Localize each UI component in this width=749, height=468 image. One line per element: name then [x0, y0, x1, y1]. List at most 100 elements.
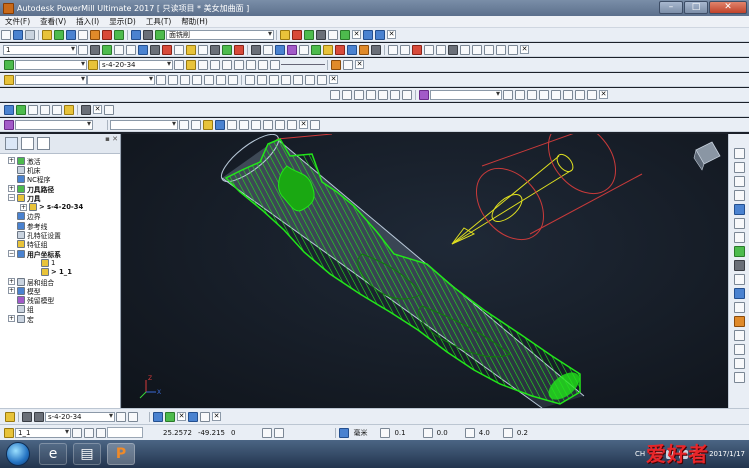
- view-toolbar-close-button[interactable]: ✕: [520, 45, 529, 54]
- view-list-icon[interactable]: [424, 44, 434, 55]
- tool-mode-icon[interactable]: [5, 411, 15, 422]
- start-button[interactable]: [6, 442, 30, 466]
- edit-limit-icon[interactable]: [503, 89, 513, 100]
- tree-node[interactable]: 边界: [0, 212, 120, 221]
- stop-icon[interactable]: [412, 44, 422, 55]
- view-fit-icon[interactable]: [733, 274, 745, 285]
- tab-explorer[interactable]: [5, 137, 18, 150]
- pin-icon[interactable]: ▪ ✕: [105, 135, 118, 143]
- edit-toolbar-close-button[interactable]: ✕: [599, 90, 608, 99]
- leads-icon[interactable]: [90, 29, 100, 40]
- tool-select-icon[interactable]: [88, 59, 98, 70]
- layer-select[interactable]: 1: [3, 44, 77, 55]
- simulate-icon[interactable]: [328, 29, 338, 40]
- side-view-icon[interactable]: [150, 44, 160, 55]
- tree-node[interactable]: + 刀具路径: [0, 184, 120, 194]
- tool-grid-icon[interactable]: [22, 411, 32, 422]
- view-shade-icon[interactable]: [733, 288, 745, 299]
- view-layout-icon[interactable]: [460, 44, 470, 55]
- menu-help[interactable]: 帮助(H): [176, 16, 213, 27]
- stock-icon-8[interactable]: [263, 119, 273, 130]
- pause-icon[interactable]: [258, 59, 268, 70]
- view-grid-icon[interactable]: [448, 44, 458, 55]
- stock-icon[interactable]: [162, 44, 172, 55]
- sim-toolbar-close-button[interactable]: ✕: [355, 60, 364, 69]
- workplane-icon[interactable]: [4, 74, 14, 85]
- edit-move-icon[interactable]: [330, 89, 340, 100]
- expand-toggle-icon[interactable]: +: [8, 315, 15, 323]
- tool-pencil-icon[interactable]: [188, 411, 198, 422]
- tree-node[interactable]: 参考线: [0, 221, 120, 231]
- end-point-icon[interactable]: [114, 29, 124, 40]
- edit-link-icon[interactable]: [587, 89, 597, 100]
- edit-merge-icon[interactable]: [539, 89, 549, 100]
- snap-2-icon[interactable]: [274, 427, 285, 438]
- toolpath-filter-select[interactable]: [15, 59, 87, 70]
- tool-holder-icon[interactable]: [304, 29, 314, 40]
- expand-toggle-icon[interactable]: +: [8, 157, 15, 165]
- view-sync-icon[interactable]: [496, 44, 506, 55]
- stock-calc-icon[interactable]: [191, 119, 201, 130]
- edit-trim-icon[interactable]: [515, 89, 525, 100]
- expand-toggle-icon[interactable]: +: [8, 185, 15, 193]
- wp-grid-icon[interactable]: [305, 74, 315, 85]
- front-view-icon[interactable]: [126, 44, 136, 55]
- wp-y-icon[interactable]: [192, 74, 202, 85]
- stock-icon-10[interactable]: [287, 119, 297, 130]
- model-extra-icon[interactable]: [104, 104, 114, 115]
- maximize-button[interactable]: □: [684, 1, 708, 14]
- zoom-box-icon[interactable]: [198, 44, 208, 55]
- new-icon[interactable]: [1, 29, 11, 40]
- select-all-icon[interactable]: [400, 44, 410, 55]
- link-icon[interactable]: [363, 29, 373, 40]
- cut-icon[interactable]: [359, 44, 369, 55]
- wp-snap-2-icon[interactable]: [281, 74, 291, 85]
- tool-toggle-icon[interactable]: [153, 411, 163, 422]
- model-add-icon[interactable]: [28, 104, 38, 115]
- tool-brush-icon[interactable]: [128, 411, 138, 422]
- view-detail-icon[interactable]: [436, 44, 446, 55]
- stock-model-select-2[interactable]: [110, 119, 178, 130]
- toolpath-strategy-icon[interactable]: [131, 29, 141, 40]
- view-extra-icon[interactable]: [508, 44, 518, 55]
- workplane-status-icon[interactable]: [4, 427, 14, 438]
- menu-insert[interactable]: 插入(I): [71, 16, 104, 27]
- refresh-icon[interactable]: [234, 44, 244, 55]
- toolpath-active-icon[interactable]: [4, 59, 14, 70]
- tab-viewmill[interactable]: [21, 137, 34, 150]
- view-front-icon[interactable]: [733, 162, 745, 173]
- units-icon[interactable]: [339, 427, 350, 438]
- options-icon[interactable]: [263, 44, 273, 55]
- zoom-icon[interactable]: [174, 44, 184, 55]
- block-icon[interactable]: [54, 29, 64, 40]
- view-back-icon[interactable]: [733, 176, 745, 187]
- model-import-icon[interactable]: [16, 104, 26, 115]
- wp-rotate-icon[interactable]: [228, 74, 238, 85]
- stock-model-select[interactable]: [15, 119, 93, 130]
- play-icon[interactable]: [234, 59, 244, 70]
- select-icon[interactable]: [388, 44, 398, 55]
- view-extra-2-icon[interactable]: [733, 372, 745, 383]
- tool-select[interactable]: s-4-20-34: [99, 59, 173, 70]
- clock[interactable]: 2017/1/17: [709, 450, 745, 459]
- stock-icon-6[interactable]: [239, 119, 249, 130]
- zoom-fit-icon[interactable]: [210, 44, 220, 55]
- play-back-icon[interactable]: [198, 59, 208, 70]
- shade-icon[interactable]: [78, 44, 88, 55]
- open-icon[interactable]: [13, 29, 23, 40]
- close-button[interactable]: ✕: [709, 1, 747, 14]
- tool-edit-icon[interactable]: [174, 59, 184, 70]
- toolpath-icon[interactable]: [155, 29, 165, 40]
- expand-toggle-icon[interactable]: +: [8, 278, 15, 285]
- machine-icon[interactable]: [331, 59, 341, 70]
- link-2-icon[interactable]: [375, 29, 385, 40]
- view-machine-icon[interactable]: [343, 59, 353, 70]
- tool-toggle-2-icon[interactable]: [165, 411, 175, 422]
- edit-copy-icon[interactable]: [342, 89, 352, 100]
- edit-mirror-icon[interactable]: [354, 89, 364, 100]
- thickness-icon[interactable]: [422, 427, 433, 438]
- status-icon-3[interactable]: [96, 427, 106, 438]
- edit-cancel-icon[interactable]: [402, 89, 412, 100]
- wp-align-icon[interactable]: [168, 74, 178, 85]
- tree-node[interactable]: 组: [0, 305, 120, 314]
